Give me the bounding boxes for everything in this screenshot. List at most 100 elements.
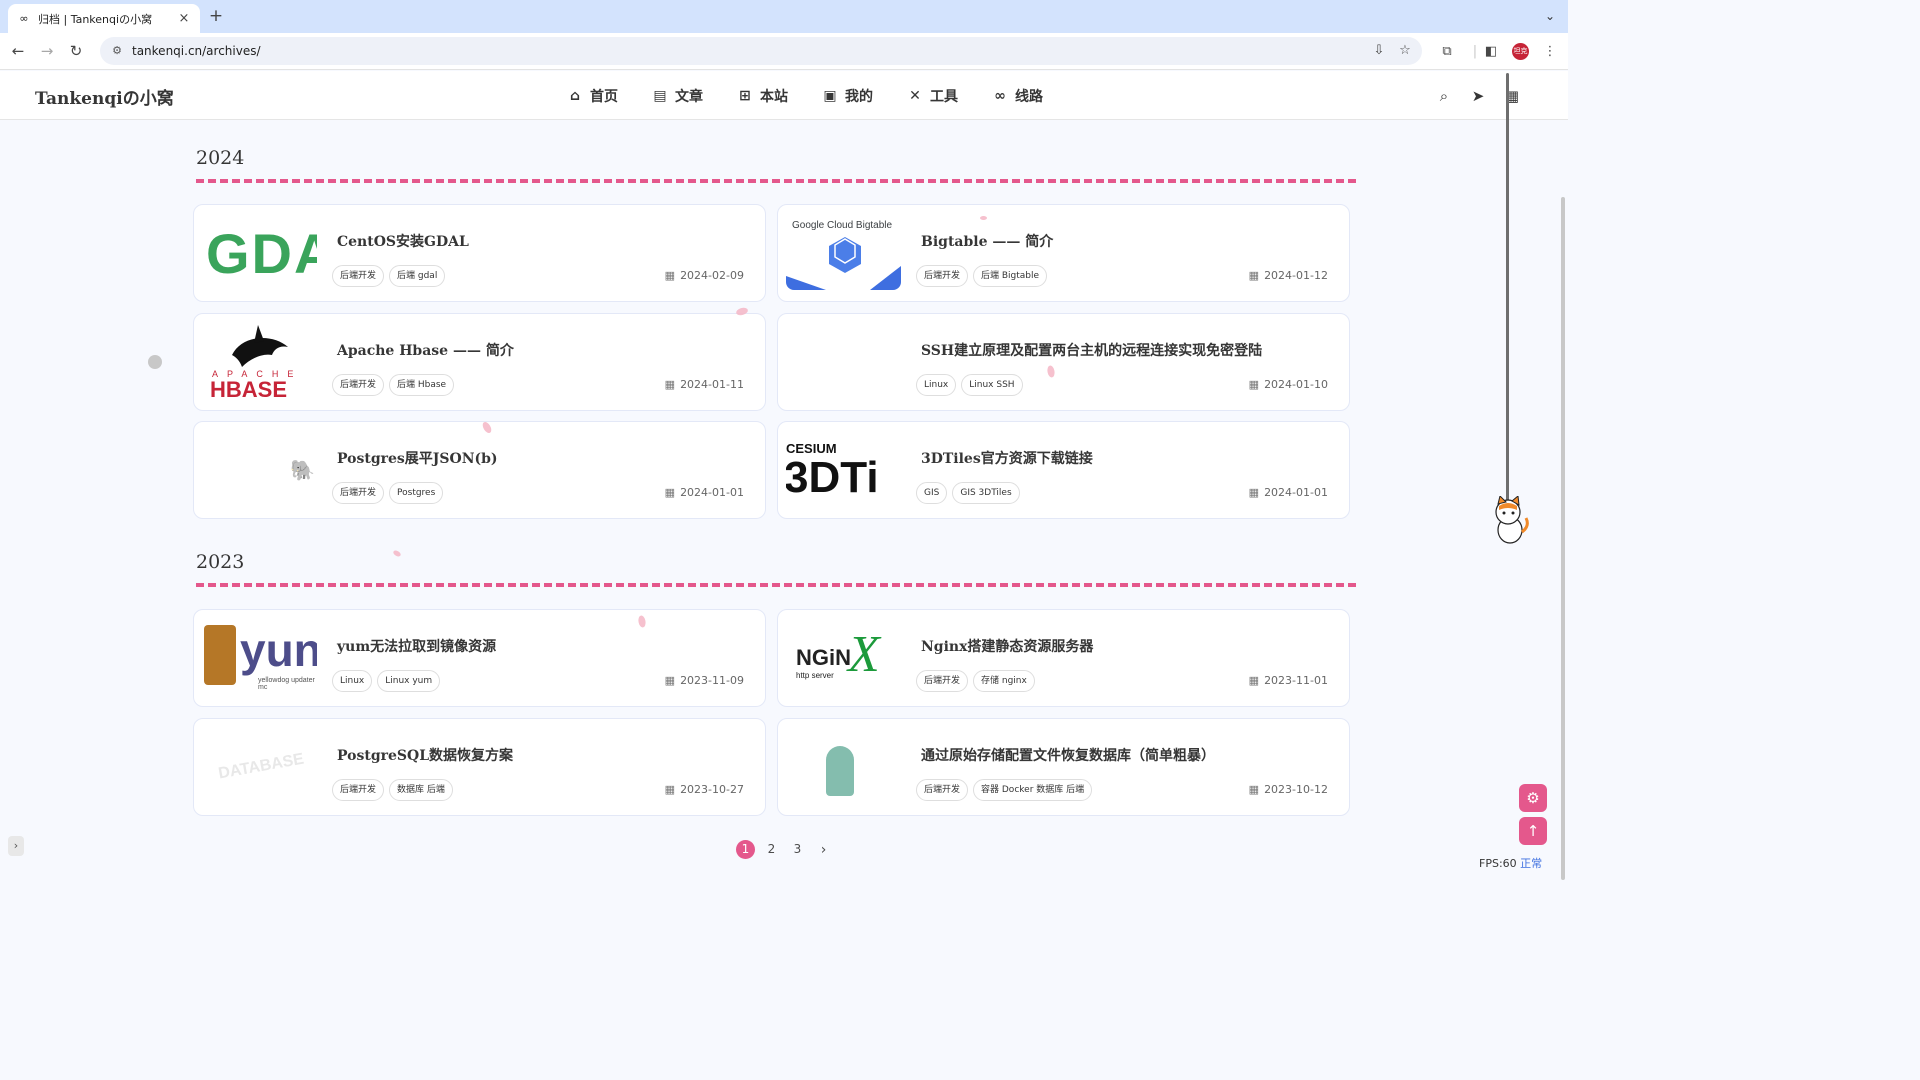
post-tag[interactable]: 后端 gdal: [389, 265, 446, 287]
menu-item-routes[interactable]: ∞ 线路: [991, 86, 1043, 106]
tab-search-chevron-icon[interactable]: ⌄: [1540, 6, 1560, 26]
reading-progress-bar: [1506, 73, 1509, 520]
post-tags: 后端开发 后端 gdal: [332, 265, 450, 287]
post-tag[interactable]: 后端开发: [332, 265, 385, 287]
tab-close-icon[interactable]: ×: [176, 11, 192, 26]
post-title[interactable]: 通过原始存储配置文件恢复数据库（简单粗暴）: [921, 745, 1215, 765]
side-panel-icon[interactable]: ◧: [1481, 42, 1501, 62]
post-title[interactable]: PostgreSQL数据恢复方案: [337, 745, 513, 765]
post-tag[interactable]: 后端开发: [332, 374, 385, 396]
post-cover-hbase[interactable]: APACHE HBASE: [202, 325, 317, 399]
calendar-icon: ▦: [664, 486, 676, 499]
post-card[interactable]: CESIUM 3DTi 3DTiles官方资源下载链接 GIS GIS 3DTi…: [777, 421, 1350, 519]
calendar-icon: ▦: [1248, 378, 1260, 391]
post-tag[interactable]: 存储 nginx: [973, 670, 1035, 692]
post-tags: 后端开发 后端 Bigtable: [916, 265, 1052, 287]
post-tag[interactable]: Linux SSH: [961, 374, 1023, 396]
settings-gear-button[interactable]: ⚙: [1519, 784, 1547, 812]
new-tab-button[interactable]: +: [206, 6, 226, 26]
cover-label: DATABASE: [217, 750, 306, 783]
page-1[interactable]: 1: [736, 840, 755, 859]
post-title[interactable]: Bigtable —— 简介: [921, 231, 1053, 251]
post-tag[interactable]: 后端 Hbase: [389, 374, 455, 396]
post-card[interactable]: DATABASE PostgreSQL数据恢复方案 后端开发 数据库 后端 ▦ 2…: [193, 718, 766, 816]
post-tag[interactable]: 数据库 后端: [389, 779, 453, 801]
fps-indicator: FPS:60 正常: [1479, 855, 1542, 871]
post-tag[interactable]: GIS 3DTiles: [952, 482, 1020, 504]
post-card[interactable]: APACHE HBASE Apache Hbase —— 简介 后端开发 后端 …: [193, 313, 766, 411]
post-cover-yum[interactable]: yun yellowdog updater mc: [202, 621, 317, 695]
post-tag[interactable]: Linux: [916, 374, 957, 396]
post-title[interactable]: Postgres展平JSON(b): [337, 448, 498, 468]
page-2[interactable]: 2: [762, 840, 781, 859]
site-brand[interactable]: Tankenqiの小窝: [35, 84, 174, 109]
search-icon[interactable]: ⌕: [1435, 87, 1453, 105]
post-cover-datacenter[interactable]: [786, 730, 901, 804]
post-tag[interactable]: Postgres: [389, 482, 444, 504]
post-tag[interactable]: 后端 Bigtable: [973, 265, 1048, 287]
post-cover-nginx[interactable]: NGiN X http server: [786, 621, 901, 695]
post-tag[interactable]: GIS: [916, 482, 948, 504]
post-date: ▦ 2024-02-09: [664, 269, 744, 282]
site-info-icon[interactable]: ⚙: [108, 42, 126, 60]
post-tag[interactable]: 容器 Docker 数据库 后端: [973, 779, 1093, 801]
menu-item-home[interactable]: ⌂ 首页: [566, 86, 618, 106]
post-cover-ssh[interactable]: SSH: [786, 325, 901, 399]
post-tag[interactable]: 后端开发: [332, 779, 385, 801]
post-cover-database[interactable]: DATABASE: [202, 730, 317, 804]
post-card[interactable]: GDA CentOS安装GDAL 后端开发 后端 gdal ▦ 2024-02-0…: [193, 204, 766, 302]
page-scrollbar-thumb[interactable]: [1561, 197, 1565, 880]
extensions-icon[interactable]: ⧉: [1437, 42, 1457, 62]
post-tag[interactable]: 后端开发: [916, 265, 969, 287]
back-arrow-icon[interactable]: ←: [8, 41, 28, 61]
post-cover-cesium[interactable]: CESIUM 3DTi: [786, 433, 901, 507]
post-title[interactable]: Apache Hbase —— 简介: [337, 340, 514, 360]
post-title[interactable]: SSH建立原理及配置两台主机的远程连接实现免密登陆: [921, 340, 1262, 360]
address-bar[interactable]: ⚙ tankenqi.cn/archives/ ⇩ ☆: [100, 37, 1422, 65]
post-card[interactable]: NGiN X http server Nginx搭建静态资源服务器 后端开发 存…: [777, 609, 1350, 707]
back-to-top-button[interactable]: ↑: [1519, 817, 1547, 845]
post-card[interactable]: SSH SSH建立原理及配置两台主机的远程连接实现免密登陆 Linux Linu…: [777, 313, 1350, 411]
post-card[interactable]: Google Cloud Bigtable Bigtable —— 简介 后端开…: [777, 204, 1350, 302]
menu-item-mine[interactable]: ▣ 我的: [821, 86, 873, 106]
fps-status: 正常: [1520, 857, 1543, 870]
url-text[interactable]: tankenqi.cn/archives/: [132, 44, 261, 58]
cat-mascot-icon[interactable]: [1488, 496, 1530, 546]
post-cover-postgres[interactable]: JSON + 🐘: [202, 433, 317, 507]
menu-label: 工具: [930, 89, 958, 105]
post-card[interactable]: JSON + 🐘 Postgres展平JSON(b) 后端开发 Postgres…: [193, 421, 766, 519]
post-card[interactable]: 通过原始存储配置文件恢复数据库（简单粗暴） 后端开发 容器 Docker 数据库…: [777, 718, 1350, 816]
reload-icon[interactable]: ↻: [66, 41, 86, 61]
post-title[interactable]: yum无法拉取到镜像资源: [337, 636, 496, 656]
sidebar-toggle-chevron-icon[interactable]: ›: [8, 836, 24, 856]
post-cover-gdal[interactable]: GDA: [202, 216, 317, 290]
sakura-petal: [980, 216, 987, 220]
next-page-chevron-icon[interactable]: ›: [814, 842, 833, 858]
browser-menu-icon[interactable]: ⋮: [1540, 42, 1560, 62]
menu-item-site[interactable]: ⊞ 本站: [736, 86, 788, 106]
browser-tabstrip: ∞ 归档 | Tankenqiの小窝 × + ⌄: [0, 0, 1568, 33]
post-tag[interactable]: 后端开发: [332, 482, 385, 504]
post-tag[interactable]: Linux: [332, 670, 373, 692]
post-title[interactable]: CentOS安装GDAL: [337, 231, 469, 251]
paper-plane-icon[interactable]: ➤: [1469, 87, 1487, 105]
bookmark-star-icon[interactable]: ☆: [1396, 42, 1414, 60]
cover-label: JSON + 🐘: [203, 458, 316, 482]
post-title[interactable]: 3DTiles官方资源下载链接: [921, 448, 1093, 468]
page-3[interactable]: 3: [788, 840, 807, 859]
cover-subtitle: yellowdog updater mc: [258, 677, 315, 691]
forward-arrow-icon[interactable]: →: [37, 41, 57, 61]
profile-avatar[interactable]: 坦克: [1512, 43, 1529, 60]
browser-tab-active[interactable]: ∞ 归档 | Tankenqiの小窝 ×: [8, 4, 200, 33]
post-tag[interactable]: Linux yum: [377, 670, 441, 692]
menu-item-tools[interactable]: ✕ 工具: [906, 86, 958, 106]
install-app-icon[interactable]: ⇩: [1370, 42, 1388, 60]
post-tag[interactable]: 后端开发: [916, 670, 969, 692]
meta-favicon-icon: ∞: [19, 12, 29, 25]
menu-item-articles[interactable]: ▤ 文章: [651, 86, 703, 106]
post-title[interactable]: Nginx搭建静态资源服务器: [921, 636, 1093, 656]
post-card[interactable]: yun yellowdog updater mc yum无法拉取到镜像资源 Li…: [193, 609, 766, 707]
post-cover-bigtable[interactable]: Google Cloud Bigtable: [786, 216, 901, 290]
calendar-icon: ▦: [664, 783, 676, 796]
post-tag[interactable]: 后端开发: [916, 779, 969, 801]
